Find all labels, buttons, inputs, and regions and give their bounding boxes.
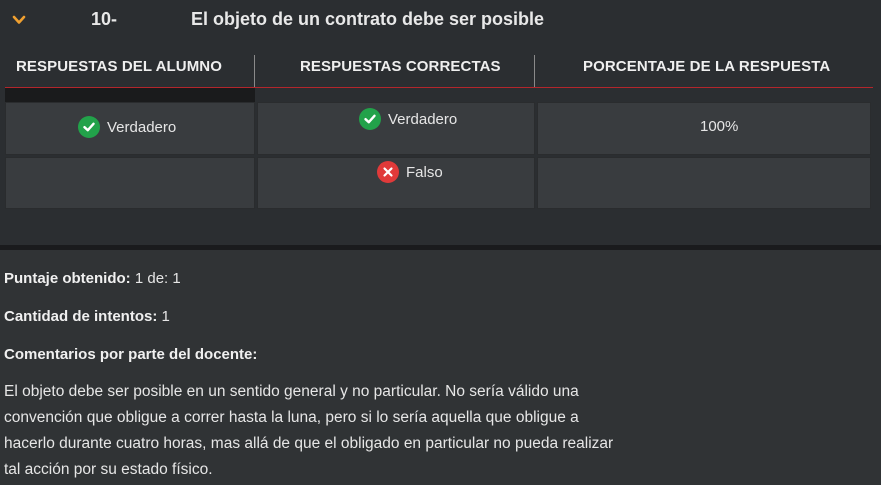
table-cell-correcta: Verdadero (257, 102, 535, 155)
header-porcentaje: PORCENTAJE DE LA RESPUESTA (583, 58, 831, 75)
panel-divider (0, 245, 881, 250)
question-number: 10- (91, 9, 118, 29)
x-circle-icon (377, 161, 399, 183)
comentarios-line: Comentarios por parte del docente: (4, 346, 257, 363)
intentos-value: 1 (161, 308, 170, 325)
question-panel: 10- El objeto de un contrato debe ser po… (0, 0, 881, 245)
header-divider (254, 55, 255, 87)
puntaje-value: 1 de: 1 (134, 270, 181, 287)
active-column-indicator (5, 88, 255, 102)
header-divider (534, 55, 535, 87)
intentos-line: Cantidad de intentos: 1 (4, 308, 170, 325)
teacher-comment: El objeto debe ser posible en un sentido… (4, 383, 614, 478)
answer-text: Verdadero (388, 110, 458, 128)
percentage-text: 100% (700, 118, 739, 135)
header-respuestas-correctas: RESPUESTAS CORRECTAS (300, 58, 501, 75)
table-cell-porcentaje (537, 157, 871, 209)
chevron-down-icon[interactable] (11, 12, 27, 28)
table-cell-correcta: Falso (257, 157, 535, 209)
answer-text: Falso (406, 163, 443, 181)
puntaje-line: Puntaje obtenido: 1 de: 1 (4, 270, 181, 287)
puntaje-label: Puntaje obtenido: (4, 270, 131, 287)
question-header[interactable]: 10- El objeto de un contrato debe ser po… (0, 0, 881, 40)
table-cell-alumno: Verdadero (5, 102, 255, 155)
comentarios-label: Comentarios por parte del docente: (4, 346, 258, 363)
header-respuestas-alumno: RESPUESTAS DEL ALUMNO (16, 58, 223, 75)
intentos-label: Cantidad de intentos: (4, 308, 158, 325)
check-circle-icon (78, 116, 100, 138)
table-cell-porcentaje: 100% (537, 102, 871, 155)
table-cell-alumno (5, 157, 255, 209)
check-circle-icon (359, 108, 381, 130)
answer-text: Verdadero (107, 118, 177, 136)
question-title: El objeto de un contrato debe ser posibl… (191, 9, 545, 29)
